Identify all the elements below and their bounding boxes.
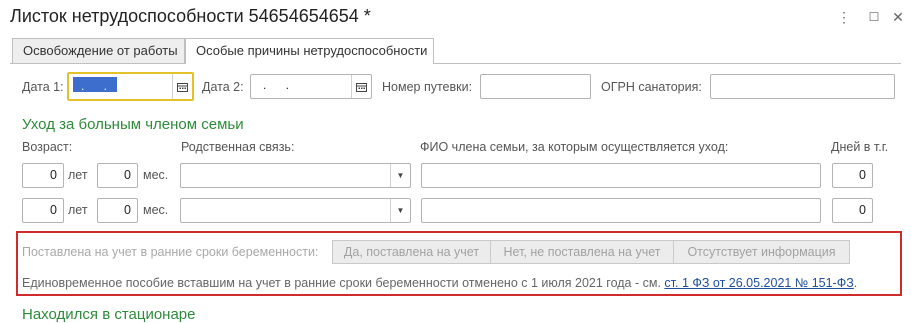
months-unit: мес. (143, 203, 169, 217)
years-unit: лет (68, 203, 88, 217)
days-input[interactable]: 0 (832, 198, 873, 223)
date2-value: . . (263, 78, 298, 92)
note-end: . (853, 276, 858, 290)
pregnancy-yes-button[interactable]: Да, поставлена на учет (332, 240, 491, 264)
law-link[interactable]: ст. 1 ФЗ от 26.05.2021 № 151-ФЗ (664, 276, 853, 290)
tab-special-reasons[interactable]: Особые причины нетрудоспособности (185, 38, 434, 64)
years-unit: лет (68, 168, 88, 182)
date1-field[interactable]: . . (67, 72, 194, 101)
date1-label: Дата 1: (22, 80, 64, 94)
tabs-divider (10, 63, 901, 64)
date2-field[interactable]: . . (250, 74, 372, 99)
maximize-icon[interactable]: ☐ (864, 8, 884, 26)
close-icon[interactable]: ✕ (888, 8, 908, 26)
date1-value: . . (81, 79, 116, 93)
days-input[interactable]: 0 (832, 163, 873, 188)
fio-input[interactable] (421, 163, 821, 188)
relation-select[interactable]: ▼ (180, 198, 411, 223)
ogrn-input[interactable] (710, 74, 895, 99)
months-input[interactable]: 0 (97, 198, 138, 223)
age-header: Возраст: (22, 140, 73, 154)
chevron-down-icon[interactable]: ▼ (390, 199, 410, 222)
calendar-icon[interactable] (351, 75, 371, 98)
note-text: Единовременное пособие вставшим на учет … (22, 276, 661, 290)
relation-select[interactable]: ▼ (180, 163, 411, 188)
pregnancy-note: Единовременное пособие вставшим на учет … (22, 276, 857, 290)
tab-release-from-work[interactable]: Освобождение от работы (12, 38, 185, 63)
chevron-down-icon[interactable]: ▼ (390, 164, 410, 187)
years-input[interactable]: 0 (22, 198, 64, 223)
care-section-title: Уход за больным членом семьи (22, 116, 244, 133)
fio-header: ФИО члена семьи, за которым осуществляет… (420, 140, 729, 154)
years-input[interactable]: 0 (22, 163, 64, 188)
months-input[interactable]: 0 (97, 163, 138, 188)
pregnancy-label: Поставлена на учет в ранние сроки береме… (22, 245, 319, 259)
days-header: Дней в т.г. (831, 140, 889, 154)
window-title: Листок нетрудоспособности 54654654654 * (10, 6, 371, 26)
pregnancy-unknown-button[interactable]: Отсутствует информация (674, 240, 850, 264)
more-icon[interactable]: ⋮ (834, 8, 854, 26)
fio-input[interactable] (421, 198, 821, 223)
date2-label: Дата 2: (202, 80, 244, 94)
calendar-icon[interactable] (172, 74, 192, 99)
voucher-label: Номер путевки: (382, 80, 473, 94)
months-unit: мес. (143, 168, 169, 182)
pregnancy-no-button[interactable]: Нет, не поставлена на учет (491, 240, 674, 264)
relation-header: Родственная связь: (181, 140, 295, 154)
voucher-input[interactable] (480, 74, 591, 99)
ogrn-label: ОГРН санатория: (601, 80, 702, 94)
